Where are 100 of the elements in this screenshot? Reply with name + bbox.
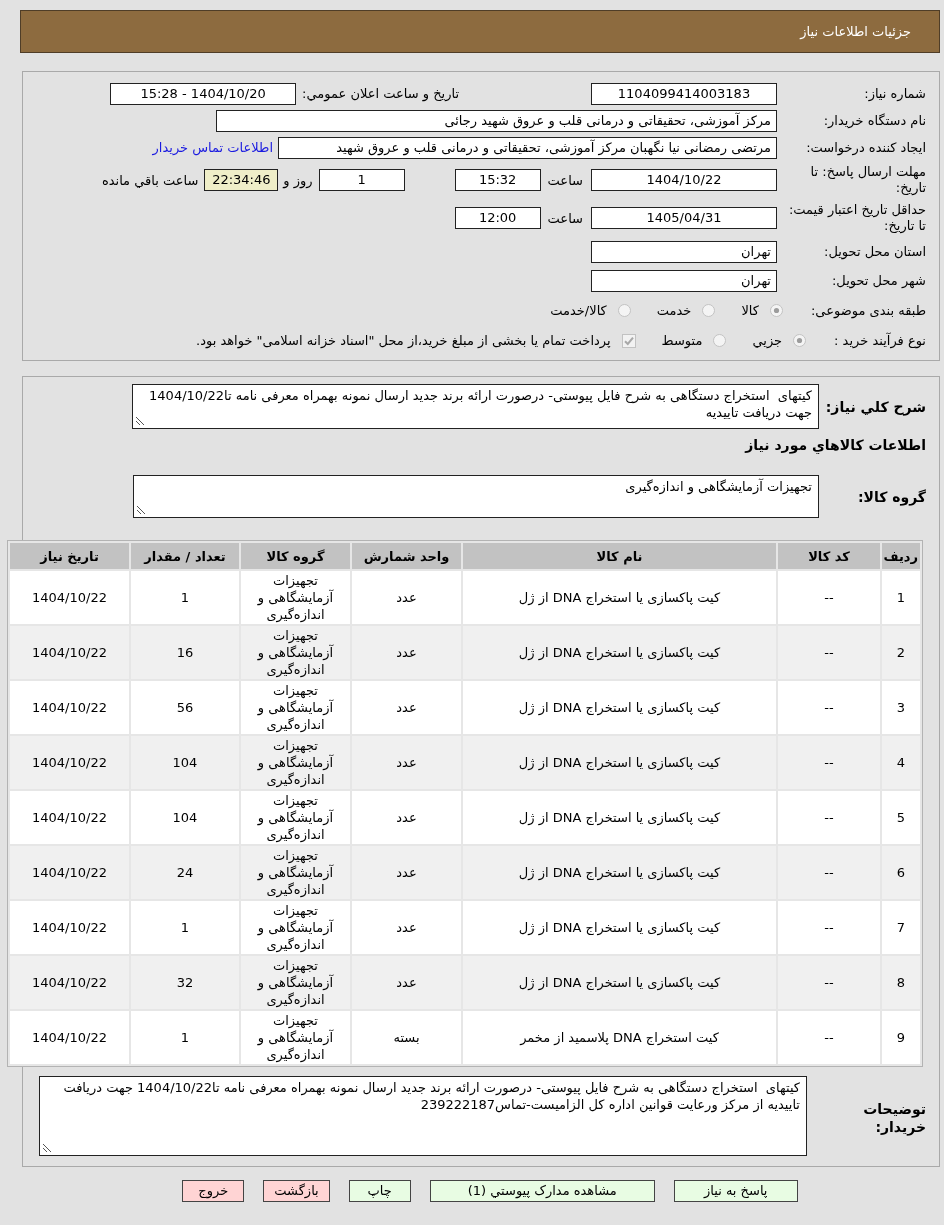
table-cell: 24 — [131, 846, 239, 899]
radio-label: خدمت — [656, 303, 692, 318]
time-field[interactable]: 12:00 — [454, 207, 541, 229]
table-cell: -- — [778, 901, 880, 954]
remaining-time-field[interactable]: 22:34:46 — [204, 169, 279, 191]
radio-label: جزيي — [752, 333, 783, 348]
radio-label: کالا/خدمت — [550, 303, 607, 318]
radio-button[interactable] — [713, 334, 727, 347]
table-cell: تجهیزات آزمایشگاهی و اندازه‌گیری — [241, 1011, 350, 1064]
table-cell: 3 — [882, 681, 920, 734]
action-button[interactable]: پاسخ به نیاز — [673, 1180, 798, 1202]
table-cell: 1 — [131, 901, 239, 954]
field-label: شماره نیاز: — [863, 85, 926, 102]
field-label: نوع فرآیند خرید : — [834, 333, 926, 348]
table-cell: کیت پاکسازی یا استخراج DNA از ژل — [463, 571, 776, 624]
table-cell: 1404/10/22 — [10, 571, 129, 624]
table-cell: کیت پاکسازی یا استخراج DNA از ژل — [463, 791, 776, 844]
field-label: شرح کلي نیاز: — [824, 398, 926, 415]
table-cell: 1404/10/22 — [10, 736, 129, 789]
goods-group-field[interactable]: تجهیزات آزمایشگاهی و اندازه‌گیری — [133, 475, 819, 518]
summary-field[interactable]: کیتهای استخراج دستگاهی به شرح فایل پیوستی- درصورت ارائه برند جدید ارسال نمونه بهمراه معرفی نامه تا1404/10/22 جهت دریافت تاییدیه — [132, 384, 819, 429]
table-cell: 1404/10/22 — [10, 846, 129, 899]
table-cell: عدد — [352, 956, 461, 1009]
table-cell: 2 — [882, 626, 920, 679]
table-cell: عدد — [352, 681, 461, 734]
time-label: ساعت — [547, 210, 583, 226]
buyer-contact-link[interactable]: اطلاعات تماس خریدار — [152, 140, 273, 155]
table-cell: 56 — [131, 681, 239, 734]
time-label: ساعت — [547, 172, 583, 188]
table-cell: عدد — [352, 846, 461, 899]
need-number-field[interactable]: 1104099414003183 — [591, 82, 777, 105]
page-title: جزئیات اطلاعات نیاز — [800, 24, 911, 39]
table-cell: 1404/10/22 — [10, 901, 129, 954]
field-label: حداقل تاریخ اعتبار قیمت: تا تاریخ: — [787, 202, 926, 234]
table-cell: 1 — [882, 571, 920, 624]
field-label: شهر محل تحویل: — [830, 273, 926, 289]
table-cell: کیت پاکسازی یا استخراج DNA از ژل — [463, 681, 776, 734]
column-header: تعداد / مقدار — [131, 543, 239, 569]
table-cell: 6 — [882, 846, 920, 899]
table-cell: -- — [778, 626, 880, 679]
buyer-notes-field[interactable]: کیتهای استخراج دستگاهی به شرح فایل پیوستی- درصورت ارائه برند جدید ارسال نمونه بهمراه معرفی نامه تا1404/10/22 جهت دریافت تاییدیه از مرکز ورعایت قوانین اداره کل الزامیست-تماس239222187 — [39, 1076, 807, 1156]
days-label: روز و — [283, 172, 313, 188]
column-header: کد کالا — [778, 543, 880, 569]
table-cell: 32 — [131, 956, 239, 1009]
announce-date-field[interactable]: 1404/10/20 - 15:28 — [110, 82, 297, 105]
time-field[interactable]: 15:32 — [454, 169, 541, 191]
table-cell: -- — [778, 571, 880, 624]
action-button[interactable]: بازگشت — [263, 1180, 330, 1202]
table-cell: 1404/10/22 — [10, 626, 129, 679]
column-header: واحد شمارش — [352, 543, 461, 569]
table-cell: -- — [778, 791, 880, 844]
table-cell: 1 — [131, 1011, 239, 1064]
table-cell: کیت استخراج DNA پلاسمید از مخمر — [463, 1011, 776, 1064]
column-header: گروه کالا — [241, 543, 350, 569]
table-cell: تجهیزات آزمایشگاهی و اندازه‌گیری — [241, 626, 350, 679]
table-cell: عدد — [352, 901, 461, 954]
column-header: تاریخ نیاز — [10, 543, 129, 569]
table-cell: کیت پاکسازی یا استخراج DNA از ژل — [463, 736, 776, 789]
date-field[interactable]: 1405/04/31 — [591, 207, 777, 229]
date-field[interactable]: 1404/10/22 — [591, 169, 777, 191]
radio-button[interactable] — [702, 304, 716, 317]
table-cell: 9 — [882, 1011, 920, 1064]
radio-button[interactable] — [617, 304, 631, 317]
table-cell: تجهیزات آزمایشگاهی و اندازه‌گیری — [241, 846, 350, 899]
table-cell: 104 — [131, 791, 239, 844]
radio-label: کالا — [741, 303, 759, 318]
resize-grip-icon[interactable] — [136, 417, 144, 425]
table-cell: 5 — [882, 791, 920, 844]
action-button[interactable]: مشاهده مدارک پیوستي (1) — [429, 1180, 655, 1202]
table-cell: عدد — [352, 791, 461, 844]
table-cell: عدد — [352, 571, 461, 624]
table-cell: تجهیزات آزمایشگاهی و اندازه‌گیری — [241, 956, 350, 1009]
remaining-label: ساعت باقي مانده — [101, 172, 199, 188]
table-cell: -- — [778, 681, 880, 734]
action-button[interactable]: خروج — [182, 1180, 245, 1202]
table-cell: -- — [778, 1011, 880, 1064]
table-cell: کیت پاکسازی یا استخراج DNA از ژل — [463, 956, 776, 1009]
radio-label: متوسط — [661, 333, 703, 348]
table-cell: عدد — [352, 736, 461, 789]
radio-button[interactable] — [793, 334, 807, 347]
city-field[interactable]: تهران — [591, 270, 777, 292]
column-header: ردیف — [882, 543, 920, 569]
field-label: گروه کالا: — [856, 488, 926, 505]
checkbox[interactable] — [621, 333, 636, 348]
province-field[interactable]: تهران — [591, 241, 777, 263]
table-cell: تجهیزات آزمایشگاهی و اندازه‌گیری — [241, 681, 350, 734]
buyer-org-field[interactable]: مرکز آموزشی، تحقیقاتی و درمانی قلب و عروق شهید رجائی — [216, 109, 777, 132]
radio-button[interactable] — [769, 304, 783, 317]
field-label: ایجاد کننده درخواست: — [805, 139, 926, 156]
action-button[interactable]: چاپ — [348, 1180, 411, 1202]
table-cell: -- — [778, 736, 880, 789]
days-field[interactable]: 1 — [318, 169, 405, 191]
requester-field[interactable]: مرتضی رمضانی نیا نگهبان مرکز آموزشی، تحقیقاتی و درمانی قلب و عروق شهید — [278, 136, 777, 159]
table-cell: 1404/10/22 — [10, 791, 129, 844]
table-cell: تجهیزات آزمایشگاهی و اندازه‌گیری — [241, 901, 350, 954]
field-label: نام دستگاه خریدار: — [822, 112, 926, 129]
field-label: تاریخ و ساعت اعلان عمومي: — [302, 86, 459, 101]
resize-grip-icon[interactable] — [137, 506, 145, 514]
resize-grip-icon[interactable] — [43, 1144, 51, 1152]
field-label: طبقه بندی موضوعی: — [810, 303, 926, 318]
